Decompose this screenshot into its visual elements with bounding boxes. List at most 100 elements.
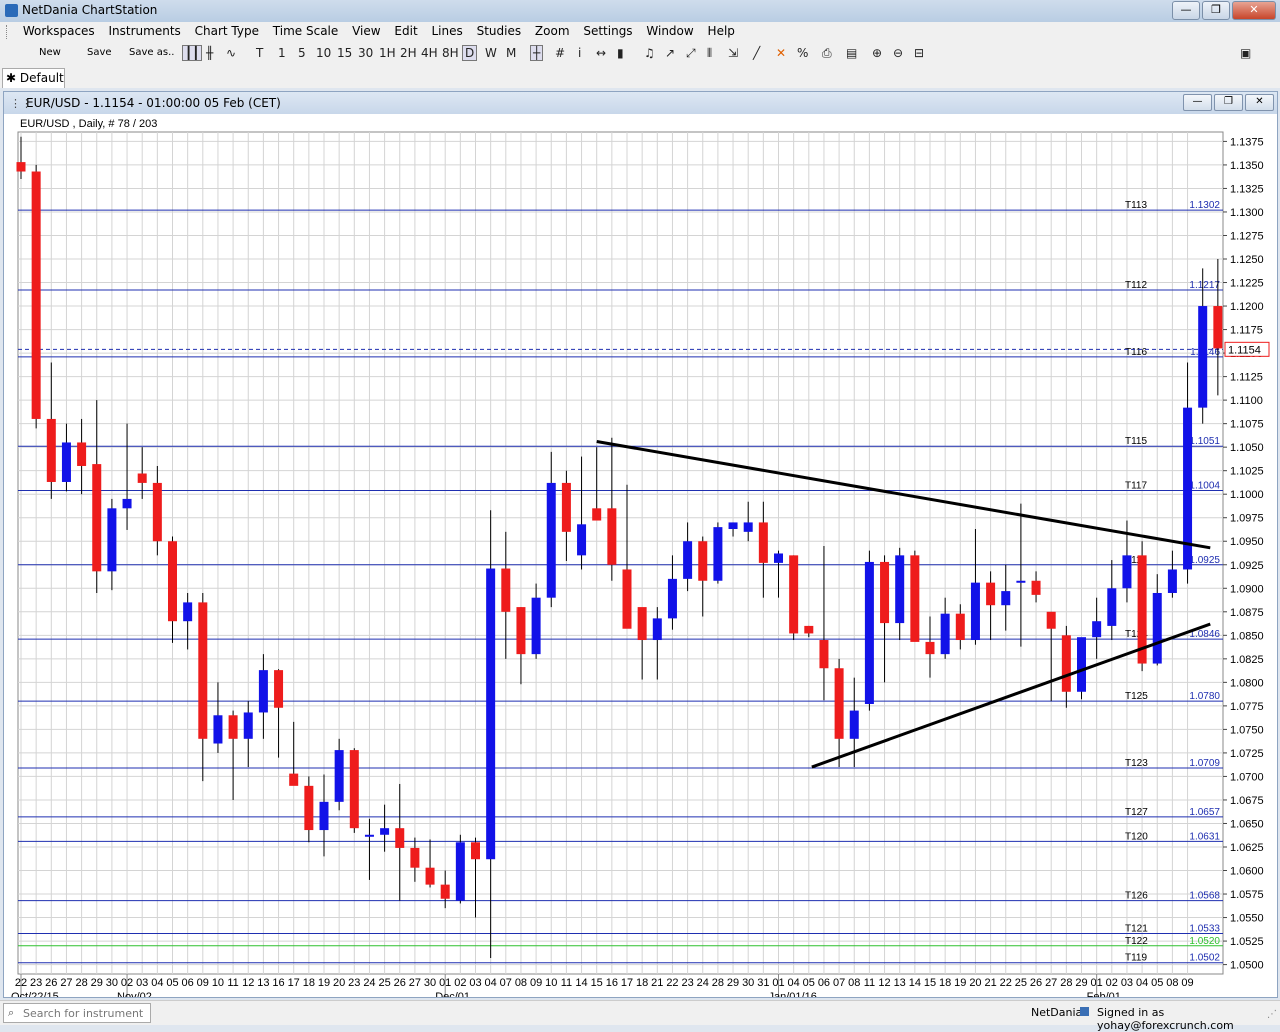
level-value: 1.0925	[1189, 555, 1220, 566]
period-m[interactable]: M	[506, 46, 516, 60]
level-label: T117	[1125, 480, 1147, 491]
chart-restore-button[interactable]: ❐	[1214, 94, 1243, 111]
save-as-button[interactable]: Save as..	[129, 47, 174, 58]
zoom-in-icon[interactable]: ⊕	[872, 46, 882, 60]
line-chart-icon[interactable]: ∿	[226, 46, 236, 60]
y-tick-label: 1.0575	[1230, 889, 1264, 901]
crosshair-icon[interactable]: ┼	[530, 45, 544, 61]
menu-zoom[interactable]: Zoom	[530, 22, 575, 40]
candle-body	[425, 867, 435, 885]
print-icon[interactable]: ⎙	[822, 46, 832, 61]
period-30[interactable]: 30	[358, 46, 373, 60]
grid-icon[interactable]: #	[555, 46, 565, 60]
period-15[interactable]: 15	[337, 46, 352, 60]
candle-body	[486, 568, 496, 860]
y-tick-label: 1.0850	[1230, 630, 1264, 642]
period-t[interactable]: T	[256, 46, 263, 60]
x-tick-label: 15	[591, 977, 603, 989]
candle-body	[531, 597, 541, 655]
x-tick-label: 16	[606, 977, 618, 989]
period-8h[interactable]: 8H	[442, 46, 459, 60]
y-tick-label: 1.0725	[1230, 748, 1264, 760]
alert-bell-icon[interactable]: ♫	[644, 46, 655, 60]
fan-lines-icon[interactable]: ⤢	[686, 46, 696, 61]
menu-studies[interactable]: Studies	[472, 22, 527, 40]
candle-body	[61, 442, 71, 482]
period-1h[interactable]: 1H	[379, 46, 396, 60]
candle-body	[455, 842, 465, 901]
candle-body	[1213, 306, 1223, 349]
period-10[interactable]: 10	[316, 46, 331, 60]
candle-body	[577, 524, 587, 556]
connection-status-icon	[1080, 1007, 1089, 1016]
channel-icon[interactable]: ⇲	[728, 46, 738, 60]
ohlc-bar-chart-icon[interactable]: ╫	[206, 46, 213, 60]
save-button[interactable]: Save	[87, 47, 112, 58]
y-tick-label: 1.0700	[1230, 771, 1264, 783]
zoom-fit-icon[interactable]: ⊟	[914, 46, 924, 60]
period-5[interactable]: 5	[298, 46, 306, 60]
trend-arrow-icon[interactable]: ↗	[665, 46, 675, 60]
chart-close-button[interactable]: ✕	[1245, 94, 1274, 111]
period-1[interactable]: 1	[278, 46, 286, 60]
menu-edit[interactable]: Edit	[389, 22, 422, 40]
candle-body	[501, 568, 511, 612]
menu-workspaces[interactable]: Workspaces	[18, 22, 100, 40]
period-4h[interactable]: 4H	[421, 46, 438, 60]
menu-lines[interactable]: Lines	[426, 22, 467, 40]
zoom-out-icon[interactable]: ⊖	[893, 46, 903, 60]
scroll-arrows-icon[interactable]: ↔	[596, 46, 606, 60]
percent-scale-icon[interactable]: %	[797, 46, 808, 60]
menu-instruments[interactable]: Instruments	[104, 22, 186, 40]
new-button[interactable]: New	[39, 47, 61, 58]
x-tick-label: 25	[1015, 977, 1027, 989]
x-tick-label: 12	[242, 977, 254, 989]
restore-button[interactable]: ❐	[1202, 1, 1230, 20]
candle-body	[168, 541, 177, 622]
level-value: 1.0533	[1189, 924, 1220, 935]
close-button[interactable]: ✕	[1232, 1, 1276, 20]
candle-body	[243, 712, 253, 739]
level-label: T120	[1125, 831, 1148, 842]
x-tick-label: 10	[545, 977, 557, 989]
menu-settings[interactable]: Settings	[578, 22, 637, 40]
draw-line-icon[interactable]: ╱	[753, 46, 760, 60]
x-tick-label: 05	[166, 977, 178, 989]
minimize-button[interactable]: —	[1172, 1, 1200, 20]
resize-grip-icon[interactable]: ⋰	[1267, 1009, 1277, 1020]
delete-lines-icon[interactable]: ✕	[776, 46, 786, 60]
fib-levels-icon[interactable]: ⫴	[707, 46, 712, 61]
candle-body	[622, 569, 632, 629]
candle-body	[364, 834, 374, 837]
x-tick-label: 05	[1151, 977, 1163, 989]
candle-body	[1001, 591, 1011, 606]
volume-icon[interactable]: ▮	[617, 46, 624, 60]
candle-body	[258, 670, 268, 713]
y-tick-label: 1.0625	[1230, 842, 1264, 854]
candlestick-chart-icon[interactable]: ┃┃	[182, 45, 203, 61]
menu-view[interactable]: View	[347, 22, 385, 40]
tab-default[interactable]: ✱ Default	[2, 68, 65, 88]
app-titlebar: NetDania ChartStation — ❐ ✕	[0, 0, 1280, 23]
period-w[interactable]: W	[485, 46, 497, 60]
info-icon[interactable]: i	[578, 46, 581, 60]
menu-chart-type[interactable]: Chart Type	[190, 22, 264, 40]
level-value: 1.1004	[1189, 480, 1220, 491]
period-d[interactable]: D	[462, 45, 478, 61]
chart-minimize-button[interactable]: —	[1183, 94, 1212, 111]
panel-toggle-icon[interactable]: ▣	[1240, 46, 1251, 60]
instrument-search-field[interactable]: ⌕ Search for instrument	[3, 1003, 151, 1023]
level-label: T115	[1125, 436, 1147, 447]
y-tick-label: 1.0975	[1230, 513, 1264, 525]
period-2h[interactable]: 2H	[400, 46, 417, 60]
x-tick-label: 31	[757, 977, 769, 989]
y-tick-label: 1.0925	[1230, 560, 1264, 572]
menu-help[interactable]: Help	[703, 22, 740, 40]
price-chart[interactable]: 1.1375 1.1350 1.1325 1.1300 1.1275 1.1250 1.12…	[4, 114, 1277, 997]
menu-window[interactable]: Window	[641, 22, 698, 40]
menu-time-scale[interactable]: Time Scale	[268, 22, 343, 40]
print-preview-icon[interactable]: ▤	[846, 46, 857, 60]
candle-body	[198, 602, 208, 739]
candle-body	[516, 607, 526, 655]
candle-body	[728, 522, 738, 530]
